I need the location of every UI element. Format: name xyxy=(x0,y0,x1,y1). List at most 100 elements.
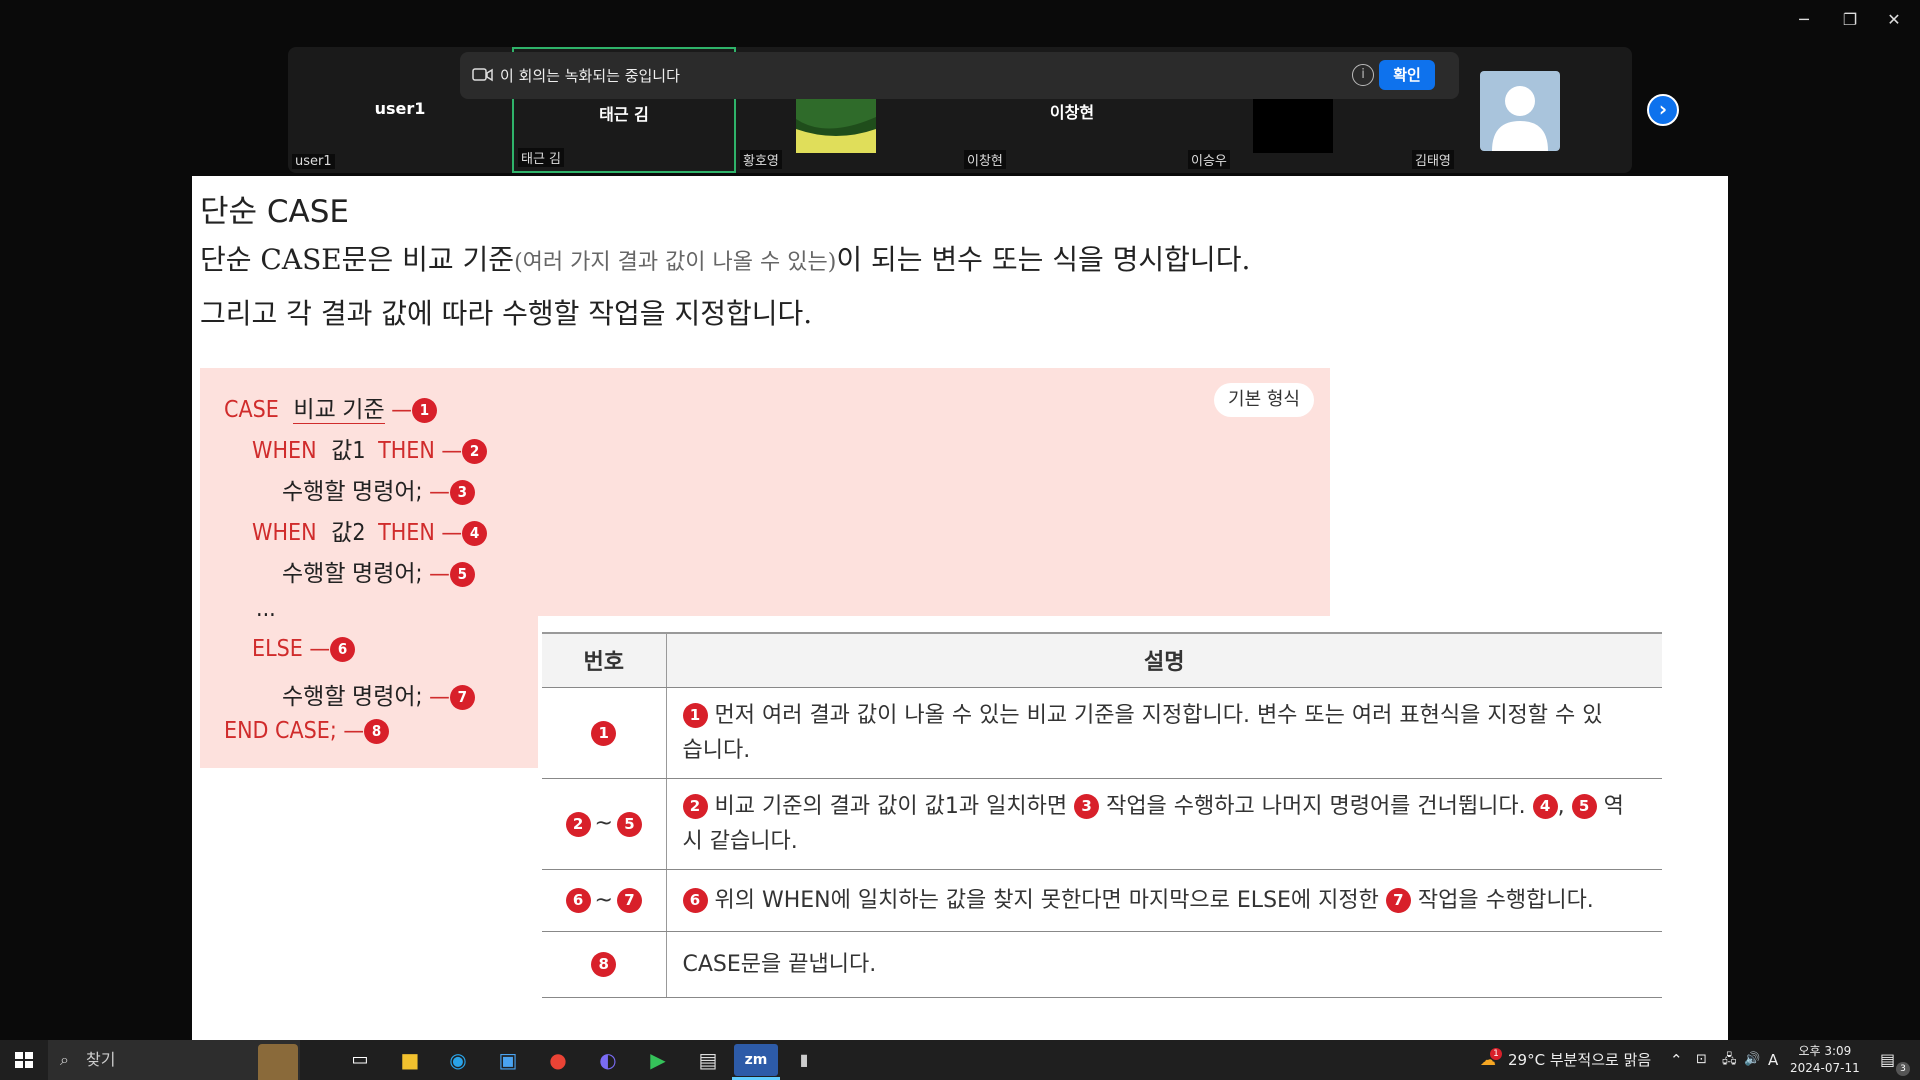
line1-main: 단순 CASE문은 비교 기준 xyxy=(200,243,515,276)
notepad-icon[interactable]: ▤ xyxy=(688,1044,728,1076)
table-row: 1 1 먼저 여러 결과 값이 나올 수 있는 비교 기준을 지정합니다. 변수… xyxy=(542,687,1662,779)
marker-8: 8 xyxy=(591,952,617,977)
when-keyword: WHEN xyxy=(252,438,317,464)
info-icon[interactable]: i xyxy=(1352,64,1374,86)
header-description: 설명 xyxy=(666,632,1662,688)
chrome-icon[interactable]: ● xyxy=(538,1044,578,1076)
task-view-icon[interactable]: ▭ xyxy=(340,1044,380,1076)
row-description: 2 비교 기준의 결과 값이 값1과 일치하면 3 작업을 수행하고 나머지 명… xyxy=(666,778,1662,870)
marker-6: 6 xyxy=(565,888,591,913)
weather-icon[interactable]: ☁ xyxy=(1468,1044,1508,1076)
marker-1: 1 xyxy=(411,398,437,423)
table-row: 2 ~5 2 비교 기준의 결과 값이 값1과 일치하면 3 작업을 수행하고 나… xyxy=(542,778,1662,870)
ellipsis: ... xyxy=(256,596,276,622)
then-keyword: THEN xyxy=(378,520,435,546)
notification-count: 3 xyxy=(1896,1062,1910,1076)
marker-2: 2 xyxy=(565,811,591,837)
close-button[interactable]: ✕ xyxy=(1872,8,1916,32)
marker-6: 6 xyxy=(682,888,708,913)
code-line-when2: WHEN 값2 THEN —4 xyxy=(252,513,488,547)
desc-text: 먼저 여러 결과 값이 나올 수 있는 비교 기준을 지정합니다. 변수 또는 … xyxy=(714,702,1603,728)
edge-browser-icon[interactable]: ◉ xyxy=(438,1044,478,1076)
minimize-button[interactable]: ─ xyxy=(1782,8,1826,32)
row-description: CASE문을 끝냅니다. xyxy=(666,931,1662,998)
desc-text: 습니다. xyxy=(682,737,751,763)
table-row: 6 ~7 6 위의 WHEN에 일치하는 값을 찾지 못한다면 마지막으로 ELS… xyxy=(542,869,1662,932)
line1-paren: (여러 가지 결과 값이 나올 수 있는) xyxy=(514,250,837,275)
weather-badge: 1 xyxy=(1490,1048,1502,1060)
marker-7: 7 xyxy=(1385,888,1411,913)
desc-text: 작업을 수행합니다. xyxy=(1417,887,1594,913)
desc-text: CASE문을 끝냅니다. xyxy=(682,951,877,977)
terminal-icon[interactable]: ▮ xyxy=(784,1044,824,1076)
explanation-table: 번호 설명 1 1 먼저 여러 결과 값이 나올 수 있는 비교 기준을 지정합… xyxy=(542,632,1662,998)
row-description: 1 먼저 여러 결과 값이 나올 수 있는 비교 기준을 지정합니다. 변수 또… xyxy=(666,687,1662,779)
desc-text: 시 같습니다. xyxy=(682,828,798,854)
code-line-stmt3: 수행할 명령어; —7 xyxy=(282,677,475,711)
avatar-icon xyxy=(1480,71,1560,151)
file-explorer-icon[interactable]: ■ xyxy=(390,1044,430,1076)
code-line-case: CASE 비교 기준 —1 xyxy=(224,390,437,424)
row-description: 6 위의 WHEN에 일치하는 값을 찾지 못한다면 마지막으로 ELSE에 지… xyxy=(666,869,1662,932)
slide-text-line1: 단순 CASE문은 비교 기준(여러 가지 결과 값이 나올 수 있는)이 되는… xyxy=(200,238,1250,278)
marker-1: 1 xyxy=(682,703,708,728)
participant-label: 김태영 xyxy=(1412,150,1454,169)
code-line-end: END CASE; —8 xyxy=(224,718,390,744)
restore-button[interactable]: ❐ xyxy=(1828,8,1872,32)
value-1: 값1 xyxy=(331,438,366,464)
microsoft-store-icon[interactable]: ▣ xyxy=(488,1044,528,1076)
case-reference: 비교 기준 xyxy=(293,397,385,424)
row-number: 1 xyxy=(542,687,667,779)
marker-4: 4 xyxy=(1532,794,1558,819)
code-line-stmt1: 수행할 명령어; —3 xyxy=(282,472,475,506)
participant-label: 황호영 xyxy=(740,150,782,169)
marker-3: 3 xyxy=(1074,794,1100,819)
marker-6: 6 xyxy=(330,637,356,662)
marker-5: 5 xyxy=(1571,794,1597,819)
value-2: 값2 xyxy=(331,520,366,546)
marker-5: 5 xyxy=(616,811,642,837)
zoom-icon[interactable]: zm xyxy=(734,1044,778,1076)
power-icon[interactable]: ⊡ xyxy=(1696,1040,1707,1080)
confirm-button[interactable]: 확인 xyxy=(1379,60,1435,90)
desc-text: 역 xyxy=(1603,793,1624,819)
network-icon[interactable]: 🖧 xyxy=(1722,1040,1737,1080)
code-line-when1: WHEN 값1 THEN —2 xyxy=(252,431,488,465)
desc-text: 위의 WHEN에 일치하는 값을 찾지 못한다면 마지막으로 ELSE에 지정한 xyxy=(714,887,1379,913)
search-icon: ⌕ xyxy=(60,1050,69,1069)
slide-text-line2: 그리고 각 결과 값에 따라 수행할 작업을 지정합니다. xyxy=(200,297,813,330)
search-placeholder: 찾기 xyxy=(86,1050,116,1069)
notification-icon[interactable]: ▤ xyxy=(1880,1040,1895,1080)
marker-8: 8 xyxy=(364,719,390,744)
discord-icon[interactable]: ◐ xyxy=(588,1044,628,1076)
row-number: 2 ~5 xyxy=(542,778,667,870)
when-keyword: WHEN xyxy=(252,520,317,546)
participant-name: 태근 김 xyxy=(599,105,649,124)
header-number: 번호 xyxy=(542,632,667,688)
table-header-row: 번호 설명 xyxy=(542,632,1662,688)
table-row: 8 CASE문을 끝냅니다. xyxy=(542,931,1662,998)
participant-name: user1 xyxy=(374,99,426,118)
statement: 수행할 명령어; xyxy=(282,684,423,710)
row-number: 6 ~7 xyxy=(542,869,667,932)
next-participants-button[interactable]: › xyxy=(1647,94,1679,126)
chevron-up-icon[interactable]: ⌃ xyxy=(1670,1040,1683,1080)
desc-text: 작업을 수행하고 나머지 명령어를 건너뜁니다. xyxy=(1106,793,1526,819)
media-player-icon[interactable]: ▶ xyxy=(638,1044,678,1076)
marker-1: 1 xyxy=(591,720,617,746)
participant-label: 태근 김 xyxy=(518,148,565,167)
ime-indicator[interactable]: A xyxy=(1768,1040,1778,1080)
taskbar-clock[interactable]: 오후 3:09 2024-07-11 xyxy=(1790,1043,1860,1077)
participant-video-thumbnail xyxy=(796,99,876,153)
windows-start-icon[interactable] xyxy=(4,1044,44,1076)
marker-5: 5 xyxy=(449,562,475,587)
volume-icon[interactable]: 🔊 xyxy=(1744,1040,1760,1080)
marker-2: 2 xyxy=(682,794,708,819)
video-camera-icon xyxy=(472,68,493,82)
marker-7: 7 xyxy=(616,888,642,913)
statement: 수행할 명령어; xyxy=(282,479,423,505)
participant-video-thumbnail xyxy=(1253,99,1333,153)
participant-label: 이창현 xyxy=(964,150,1006,169)
zoom-meeting-window: ─ ❐ ✕ user1 user1 태근 김 태근 김 황호영 이창현 이창현 … xyxy=(0,0,1920,1080)
weather-text[interactable]: 29°C 부분적으로 맑음 xyxy=(1508,1040,1651,1080)
